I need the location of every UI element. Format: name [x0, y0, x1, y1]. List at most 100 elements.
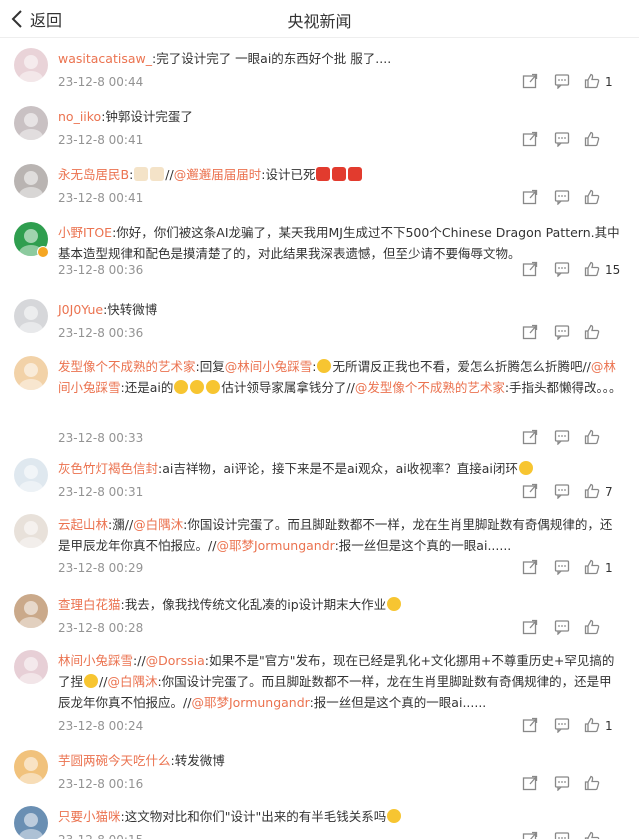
- share-button[interactable]: [522, 831, 540, 839]
- mention-link[interactable]: @邂邂届届届时: [174, 167, 262, 182]
- avatar[interactable]: [14, 356, 48, 390]
- avatar[interactable]: [14, 48, 48, 82]
- reply-button[interactable]: [554, 559, 572, 577]
- mention-link[interactable]: @Dorssia: [146, 653, 205, 668]
- share-button[interactable]: [522, 717, 540, 735]
- comment-body: ://: [133, 653, 146, 668]
- comment-actions: 7: [520, 483, 620, 501]
- share-icon: [522, 131, 538, 147]
- mention-link[interactable]: @耶梦Jormungandr: [216, 538, 334, 553]
- username-link[interactable]: 永无岛居民B: [58, 167, 129, 182]
- timestamp: 23-12-8 00:29: [58, 561, 144, 575]
- comment-text: 林间小兔踩雪://@Dorssia:如果不是"官方"发布，现在已经是乳化+文化挪…: [58, 650, 623, 713]
- like-button[interactable]: [584, 324, 602, 342]
- comment-text: 发型像个不成熟的艺术家:回复@林间小兔踩雪: 无所谓反正我也不看，爱怎么折腾怎么折…: [58, 356, 623, 398]
- thumbs-up-icon: [584, 483, 600, 499]
- mention-link[interactable]: @耶梦Jormungandr: [191, 695, 309, 710]
- like-button[interactable]: [584, 619, 602, 637]
- reply-button[interactable]: [554, 831, 572, 839]
- avatar[interactable]: [14, 299, 48, 333]
- share-button[interactable]: [522, 189, 540, 207]
- mention-link[interactable]: @发型像个不成熟的艺术家: [355, 380, 505, 395]
- avatar[interactable]: [14, 514, 48, 548]
- avatar[interactable]: [14, 750, 48, 784]
- username-link[interactable]: no_iiko: [58, 109, 101, 124]
- reply-button[interactable]: [554, 324, 572, 342]
- like-button[interactable]: [584, 189, 602, 207]
- reply-button[interactable]: [554, 261, 572, 279]
- share-button[interactable]: [522, 429, 540, 447]
- comment-body: :还是ai的: [120, 380, 174, 395]
- comment-actions: [520, 831, 620, 839]
- comment-text: 只要小猫咪:这文物对比和你们"设计"出来的有半毛钱关系吗: [58, 806, 623, 827]
- mention-link[interactable]: @白隅沐: [133, 517, 183, 532]
- comment-text: wasitacatisaw_:完了设计完了 一眼ai的东西好个批 服了....: [58, 48, 623, 69]
- username-link[interactable]: wasitacatisaw_: [58, 51, 152, 66]
- timestamp: 23-12-8 00:24: [58, 719, 144, 733]
- like-button[interactable]: [584, 73, 602, 91]
- username-link[interactable]: J0J0Yue: [58, 302, 103, 317]
- comment-actions: [520, 189, 620, 207]
- share-button[interactable]: [522, 559, 540, 577]
- back-label: 返回: [30, 11, 63, 30]
- timestamp: 23-12-8 00:41: [58, 133, 144, 147]
- reply-button[interactable]: [554, 483, 572, 501]
- share-button[interactable]: [522, 483, 540, 501]
- avatar[interactable]: [14, 164, 48, 198]
- like-button[interactable]: [584, 131, 602, 149]
- username-link[interactable]: 灰色竹灯褐色信封: [58, 461, 158, 476]
- comment-body: :你好，你们被这条AI龙骗了，某天我用MJ生成过不下500个Chinese Dr…: [58, 225, 620, 261]
- reply-button[interactable]: [554, 131, 572, 149]
- comment-body: :: [129, 167, 134, 182]
- avatar[interactable]: [14, 106, 48, 140]
- reply-button[interactable]: [554, 717, 572, 735]
- back-button[interactable]: 返回: [10, 6, 62, 32]
- timestamp: 23-12-8 00:31: [58, 485, 144, 499]
- like-button[interactable]: [584, 261, 602, 279]
- username-link[interactable]: 只要小猫咪: [58, 809, 121, 824]
- comment-body: :: [312, 359, 317, 374]
- share-button[interactable]: [522, 131, 540, 149]
- comment-body: :快转微博: [103, 302, 158, 317]
- share-button[interactable]: [522, 261, 540, 279]
- mention-link[interactable]: @林间小兔踩雪: [225, 359, 313, 374]
- username-link[interactable]: 小野ITOE: [58, 225, 112, 240]
- like-button[interactable]: [584, 831, 602, 839]
- like-button[interactable]: [584, 775, 602, 793]
- like-button[interactable]: [584, 429, 602, 447]
- reply-button[interactable]: [554, 619, 572, 637]
- username-link[interactable]: 查理白花猫: [58, 597, 121, 612]
- thumbs-up-icon: [584, 429, 600, 445]
- thumbs-up-icon: [584, 717, 600, 733]
- comment-icon: [554, 262, 570, 277]
- username-link[interactable]: 发型像个不成熟的艺术家: [58, 359, 196, 374]
- share-button[interactable]: [522, 775, 540, 793]
- share-button[interactable]: [522, 73, 540, 91]
- avatar[interactable]: [14, 806, 48, 839]
- reply-button[interactable]: [554, 775, 572, 793]
- comment-actions: 1: [520, 73, 620, 91]
- share-button[interactable]: [522, 324, 540, 342]
- like-button[interactable]: [584, 559, 602, 577]
- comment-text: no_iiko:钟郭设计完蛋了: [58, 106, 623, 127]
- avatar[interactable]: [14, 594, 48, 628]
- reply-button[interactable]: [554, 429, 572, 447]
- comment-actions: 1: [520, 559, 620, 577]
- comment-text: 灰色竹灯褐色信封:ai吉祥物，ai评论，接下来是不是ai观众，ai收视率？直接a…: [58, 458, 623, 479]
- avatar[interactable]: [14, 650, 48, 684]
- username-link[interactable]: 芋圆两碗今天吃什么: [58, 753, 171, 768]
- like-button[interactable]: [584, 483, 602, 501]
- mention-link[interactable]: @白隅沐: [107, 674, 157, 689]
- reply-button[interactable]: [554, 73, 572, 91]
- username-link[interactable]: 林间小兔踩雪: [58, 653, 133, 668]
- like-count: 15: [605, 263, 621, 277]
- like-button[interactable]: [584, 717, 602, 735]
- avatar[interactable]: [14, 458, 48, 492]
- username-link[interactable]: 云起山林: [58, 517, 108, 532]
- share-button[interactable]: [522, 619, 540, 637]
- comment-text: 永无岛居民B: //@邂邂届届届时:设计已死: [58, 164, 623, 185]
- comment-body: :钟郭设计完蛋了: [101, 109, 193, 124]
- reply-button[interactable]: [554, 189, 572, 207]
- comment-body: :完了设计完了 一眼ai的东西好个批 服了....: [151, 51, 392, 66]
- red-emoji-icon: [332, 167, 347, 181]
